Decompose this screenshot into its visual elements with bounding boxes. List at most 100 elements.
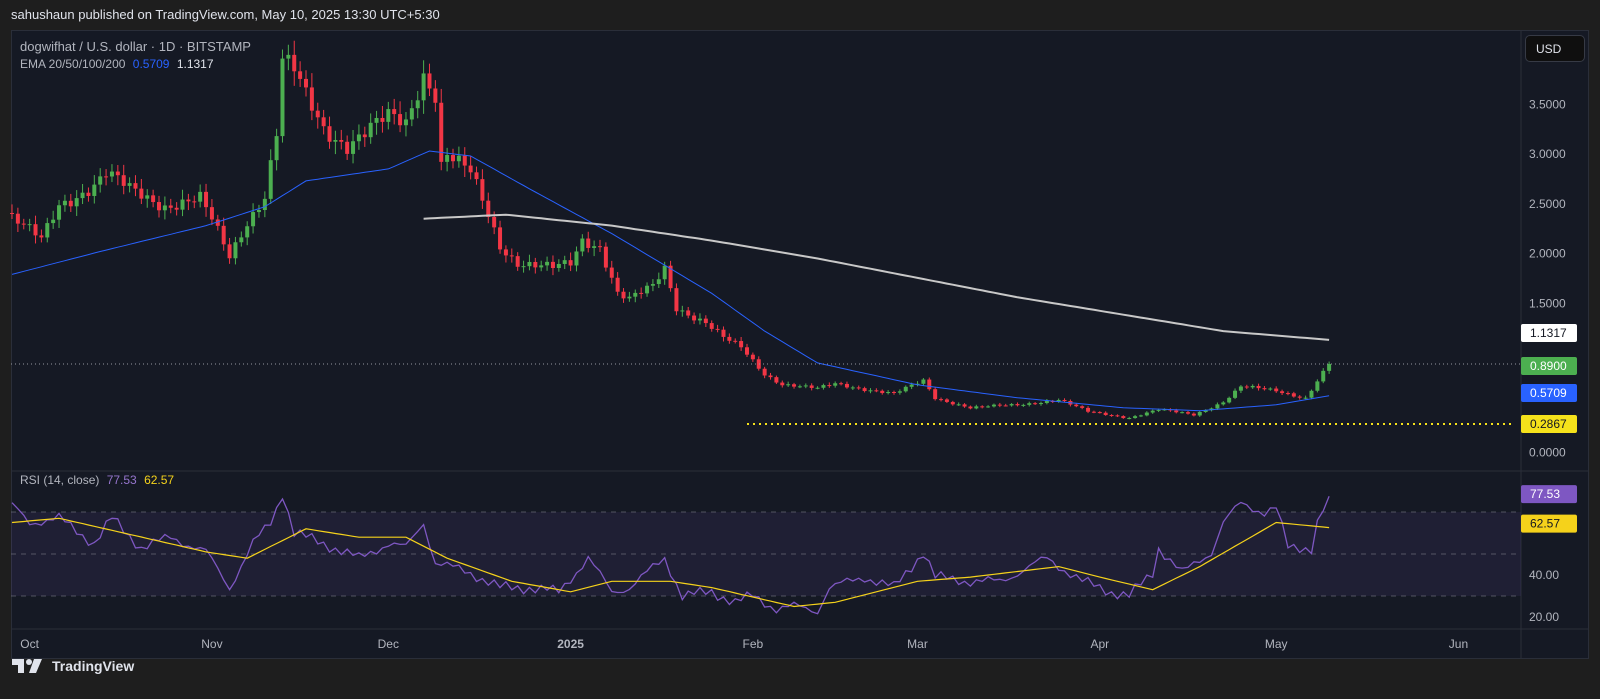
ema-legend[interactable]: EMA 20/50/100/200 0.5709 1.1317 <box>20 57 214 71</box>
candle <box>274 128 279 171</box>
candle-body <box>1133 416 1138 419</box>
candle-body <box>1309 390 1314 398</box>
candle <box>962 403 967 408</box>
rsi-legend[interactable]: RSI (14, close) 77.53 62.57 <box>20 473 174 487</box>
candle-body <box>903 386 908 392</box>
candle-body <box>974 406 979 409</box>
candle <box>797 384 802 389</box>
candle-body <box>221 225 226 245</box>
candle <box>809 383 814 391</box>
candle <box>68 193 73 213</box>
candle-body <box>233 242 238 259</box>
candle-body <box>574 251 579 266</box>
candle-body <box>656 279 661 285</box>
candle-body <box>1174 410 1179 413</box>
candle-body <box>533 261 538 268</box>
candle-body <box>1138 415 1143 417</box>
candle-body <box>492 216 497 228</box>
candle <box>897 389 902 395</box>
candle <box>568 252 573 272</box>
rsi-value-tag-text: 77.53 <box>1530 487 1560 501</box>
rsi-value: 77.53 <box>106 473 137 487</box>
candle-body <box>104 176 109 178</box>
candle-body <box>921 379 926 384</box>
candle <box>80 184 85 205</box>
candle <box>868 388 873 394</box>
candle <box>950 400 955 406</box>
candle-body <box>398 114 403 126</box>
candle-body <box>556 263 561 269</box>
candle-body <box>956 404 961 406</box>
candle-body <box>462 155 467 166</box>
candle-body <box>545 261 550 266</box>
candle-body <box>686 310 691 316</box>
candle-body <box>80 192 85 199</box>
candle <box>598 239 602 252</box>
candle <box>1074 403 1079 408</box>
candle-body <box>39 235 44 238</box>
currency-button[interactable]: USD <box>1525 35 1585 62</box>
candle-body <box>892 392 896 394</box>
candle-body <box>1074 404 1079 407</box>
rsi-ma-value-tag: 62.57 <box>1521 514 1577 533</box>
candle <box>639 287 644 299</box>
candle-body <box>786 384 791 386</box>
chart-canvas[interactable]: 0.0000 1.5000 2.0000 2.5000 3.0000 3.5000 1.13… <box>0 0 1600 699</box>
candle <box>145 189 150 208</box>
candle-body <box>1015 404 1020 406</box>
price-tick-label: 3.5000 <box>1529 97 1566 111</box>
candle-body <box>980 406 985 408</box>
candle <box>57 199 62 228</box>
candle <box>915 381 920 387</box>
price-tick-label: 0.0000 <box>1529 446 1566 460</box>
candle-body <box>1303 397 1308 399</box>
candle <box>168 198 173 214</box>
candle-body <box>815 387 820 389</box>
candle-body <box>1115 415 1120 417</box>
candle-body <box>962 404 967 407</box>
candle-body <box>1127 418 1132 420</box>
candle-body <box>509 255 514 257</box>
tradingview-logo[interactable]: TradingView <box>12 657 134 675</box>
candle-body <box>1091 411 1096 413</box>
candle-body <box>468 165 473 173</box>
candle <box>1250 384 1255 389</box>
candle <box>474 166 479 185</box>
candle-body <box>868 390 873 392</box>
rsi-value-tag: 77.53 <box>1521 485 1577 504</box>
candle <box>656 272 661 288</box>
candle-body <box>139 188 144 199</box>
candle-body <box>1156 409 1161 411</box>
candle-body <box>10 212 14 214</box>
candle-body <box>368 122 373 138</box>
candle <box>374 110 379 135</box>
candle <box>280 49 285 143</box>
candle-body <box>615 277 620 292</box>
candle-body <box>403 119 408 126</box>
candle <box>621 288 626 303</box>
candle-body <box>745 347 749 355</box>
candle-body <box>727 336 732 341</box>
candle-body <box>709 323 714 329</box>
candle-body <box>174 207 179 210</box>
candle-body <box>456 155 461 162</box>
symbol-legend[interactable]: dogwifhat / U.S. dollar · 1D · BITSTAMP <box>20 39 251 54</box>
candle-body <box>503 249 508 256</box>
candle <box>268 149 273 204</box>
candle-body <box>251 212 256 227</box>
candle <box>980 405 985 409</box>
candle <box>956 402 961 406</box>
brand-name: TradingView <box>52 658 135 674</box>
candle <box>997 402 1002 408</box>
candle <box>456 146 461 168</box>
candle <box>98 168 103 193</box>
candle-body <box>157 202 161 211</box>
candle-body <box>1039 403 1043 405</box>
ema-label: EMA 20/50/100/200 <box>20 57 126 71</box>
candle-body <box>1180 412 1185 414</box>
candle-body <box>592 246 597 248</box>
candle <box>615 272 620 296</box>
candle <box>603 242 608 272</box>
candle <box>256 204 261 218</box>
candle-body <box>151 195 156 203</box>
